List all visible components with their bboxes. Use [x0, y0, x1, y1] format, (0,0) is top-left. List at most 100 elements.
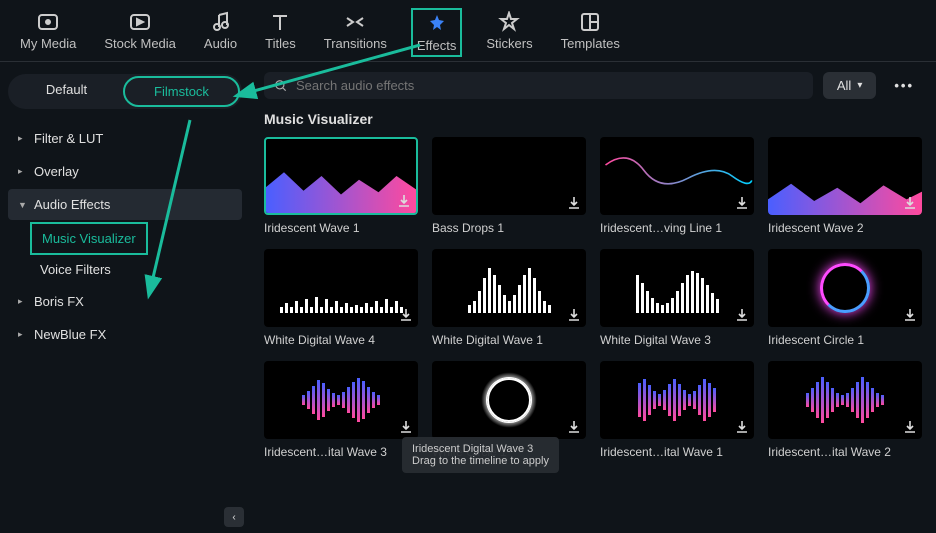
effect-card[interactable]: White Digital Wave 1 [432, 249, 586, 347]
category-overlay[interactable]: ▸ Overlay [8, 156, 242, 187]
effect-card[interactable]: Iridescent Circle 1 [768, 249, 922, 347]
download-icon[interactable] [902, 307, 918, 323]
effect-card[interactable]: Iridescent…ital Wave 3 [264, 361, 418, 459]
effect-card[interactable]: Bass Drops 1 [432, 137, 586, 235]
download-icon[interactable] [566, 307, 582, 323]
effect-thumbnail[interactable] [264, 137, 418, 215]
effect-name: Iridescent…ving Line 1 [600, 221, 754, 235]
tooltip-title: Iridescent Digital Wave 3 [412, 443, 549, 455]
effect-name: Iridescent…ital Wave 3 [264, 445, 418, 459]
templates-icon [578, 10, 602, 34]
download-icon[interactable] [566, 195, 582, 211]
audio-icon [209, 10, 233, 34]
effect-card[interactable]: Iridescent…ital Wave 2 [768, 361, 922, 459]
effect-thumbnail[interactable] [432, 249, 586, 327]
download-icon[interactable] [902, 419, 918, 435]
collapse-sidebar-button[interactable]: ‹ [224, 507, 244, 527]
effect-name: White Digital Wave 4 [264, 333, 418, 347]
transitions-icon [343, 10, 367, 34]
nav-label: Effects [417, 38, 457, 53]
effect-name: Iridescent Wave 2 [768, 221, 922, 235]
nav-audio[interactable]: Audio [200, 8, 241, 57]
effect-card[interactable]: Iridescent…ital Wave 1 [600, 361, 754, 459]
effect-card[interactable]: Iridescent…ving Line 1 [600, 137, 754, 235]
nav-label: Transitions [324, 36, 387, 51]
effects-grid: Iridescent Wave 1 Bass Drops 1 Iridescent…… [264, 137, 922, 459]
effect-card[interactable]: White Digital Wave 3 [600, 249, 754, 347]
effect-card[interactable]: Iridescent Wave 2 [768, 137, 922, 235]
caret-right-icon: ▸ [18, 166, 26, 177]
subcategory-music-visualizer[interactable]: Music Visualizer [30, 222, 148, 255]
nav-stock-media[interactable]: Stock Media [100, 8, 180, 57]
nav-transitions[interactable]: Transitions [320, 8, 391, 57]
effect-name: Bass Drops 1 [432, 221, 586, 235]
tooltip: Iridescent Digital Wave 3 Drag to the ti… [402, 437, 559, 473]
download-icon[interactable] [566, 419, 582, 435]
effects-icon [425, 12, 449, 36]
caret-right-icon: ▸ [18, 296, 26, 307]
effect-thumbnail[interactable] [264, 249, 418, 327]
content-area: All ▾ ••• Music Visualizer Iridescent Wa… [250, 62, 936, 533]
effect-name: Iridescent…ital Wave 2 [768, 445, 922, 459]
download-icon[interactable] [734, 419, 750, 435]
category-label: NewBlue FX [34, 327, 106, 342]
category-list: ▸ Filter & LUT ▸ Overlay ▼ Audio Effects Music… [8, 123, 242, 350]
download-icon[interactable] [734, 195, 750, 211]
effect-thumbnail[interactable] [768, 361, 922, 439]
effect-thumbnail[interactable] [768, 137, 922, 215]
nav-effects[interactable]: Effects [411, 8, 463, 57]
effect-name: White Digital Wave 1 [432, 333, 586, 347]
effect-card[interactable]: White Digital Wave 4 [264, 249, 418, 347]
download-icon[interactable] [396, 193, 412, 209]
category-label: Overlay [34, 164, 79, 179]
nav-label: Stock Media [104, 36, 176, 51]
stock-media-icon [128, 10, 152, 34]
search-input[interactable] [296, 78, 803, 93]
caret-right-icon: ▸ [18, 329, 26, 340]
download-icon[interactable] [398, 307, 414, 323]
sidebar: Default Filmstock ▸ Filter & LUT ▸ Overlay ▼… [0, 62, 250, 533]
effect-name: Iridescent Circle 1 [768, 333, 922, 347]
nav-templates[interactable]: Templates [557, 8, 624, 57]
download-icon[interactable] [398, 419, 414, 435]
category-audio-effects[interactable]: ▼ Audio Effects [8, 189, 242, 220]
top-nav: My Media Stock Media Audio Titles Transition… [0, 0, 936, 62]
category-label: Audio Effects [34, 197, 110, 212]
nav-label: Stickers [486, 36, 532, 51]
stickers-icon [497, 10, 521, 34]
nav-stickers[interactable]: Stickers [482, 8, 536, 57]
nav-label: Titles [265, 36, 296, 51]
search-box[interactable] [264, 72, 813, 99]
effect-thumbnail[interactable] [432, 361, 586, 439]
effect-thumbnail[interactable] [768, 249, 922, 327]
effect-thumbnail[interactable] [600, 137, 754, 215]
nav-label: My Media [20, 36, 76, 51]
tab-filmstock[interactable]: Filmstock [123, 76, 240, 107]
download-icon[interactable] [734, 307, 750, 323]
nav-label: Audio [204, 36, 237, 51]
subcategory-voice-filters[interactable]: Voice Filters [30, 255, 242, 284]
effect-thumbnail[interactable] [264, 361, 418, 439]
category-boris-fx[interactable]: ▸ Boris FX [8, 286, 242, 317]
category-filter-lut[interactable]: ▸ Filter & LUT [8, 123, 242, 154]
search-icon [274, 79, 288, 93]
caret-down-icon: ▼ [18, 200, 26, 210]
effect-name: White Digital Wave 3 [600, 333, 754, 347]
nav-titles[interactable]: Titles [261, 8, 300, 57]
tab-default[interactable]: Default [10, 76, 123, 107]
nav-my-media[interactable]: My Media [16, 8, 80, 57]
caret-right-icon: ▸ [18, 133, 26, 144]
download-icon[interactable] [902, 195, 918, 211]
category-label: Boris FX [34, 294, 84, 309]
effect-thumbnail[interactable] [600, 361, 754, 439]
tooltip-hint: Drag to the timeline to apply [412, 455, 549, 467]
category-newblue-fx[interactable]: ▸ NewBlue FX [8, 319, 242, 350]
effect-card[interactable]: Iridescent Wave 1 [264, 137, 418, 235]
category-label: Filter & LUT [34, 131, 103, 146]
filter-all-button[interactable]: All ▾ [823, 72, 876, 99]
more-button[interactable]: ••• [886, 72, 922, 99]
section-title: Music Visualizer [264, 111, 922, 127]
effect-thumbnail[interactable] [600, 249, 754, 327]
effect-thumbnail[interactable] [432, 137, 586, 215]
titles-icon [268, 10, 292, 34]
